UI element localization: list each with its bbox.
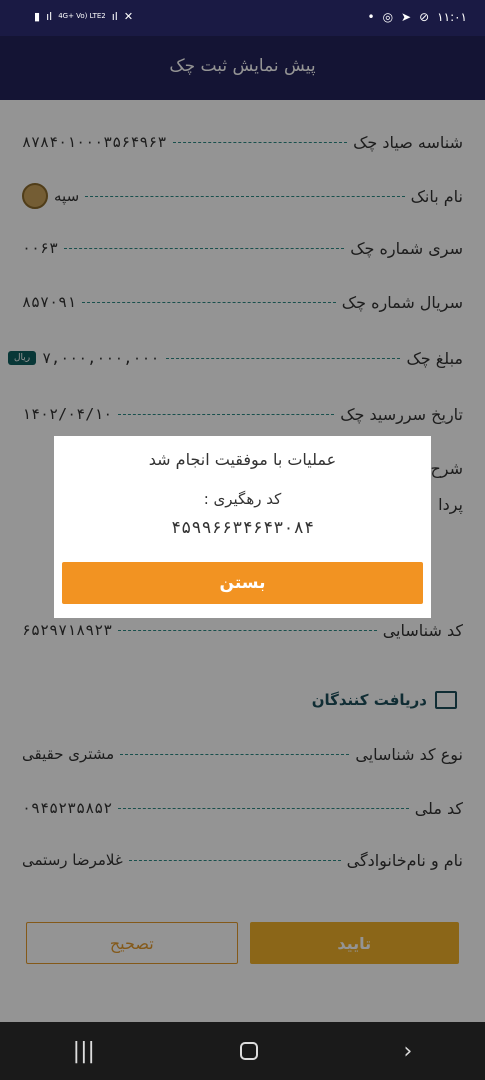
network-indicator: 4G+ Vo) LTE2 (58, 12, 106, 20)
tracking-code-value: ۴۵۹۹۶۶۳۴۶۴۳۰۸۴ (170, 518, 315, 538)
system-nav-bar: ||| › (0, 1022, 485, 1080)
signal-icon-2: ıl (111, 10, 118, 23)
recents-icon[interactable]: ||| (73, 1039, 95, 1064)
whatsapp-icon: ◎ (382, 10, 394, 24)
battery-icon: ▮ (34, 10, 41, 23)
home-icon[interactable] (240, 1042, 259, 1060)
dot-icon: • (367, 10, 375, 24)
send-icon: ⊘ (419, 10, 430, 24)
close-button[interactable]: بستن (62, 562, 423, 604)
back-icon[interactable]: › (404, 1039, 413, 1064)
mute-icon: ✕ (123, 10, 134, 23)
status-time: ۱۱:۰۱ (437, 10, 467, 24)
status-left: ▮ ıl 4G+ Vo) LTE2 ıl ✕ (34, 10, 133, 23)
status-bar: ▮ ıl 4G+ Vo) LTE2 ıl ✕ • ◎ ➤ ⊘ ۱۱:۰۱ (0, 0, 485, 36)
success-dialog: عملیات با موفقیت انجام شد کد رهگیری : ۴۵… (54, 436, 431, 618)
signal-icon: ıl (46, 10, 53, 23)
telegram-icon: ➤ (401, 10, 412, 24)
dialog-message: عملیات با موفقیت انجام شد (148, 450, 337, 469)
tracking-code-label: کد رهگیری : (203, 490, 282, 508)
status-right: • ◎ ➤ ⊘ ۱۱:۰۱ (367, 10, 467, 24)
